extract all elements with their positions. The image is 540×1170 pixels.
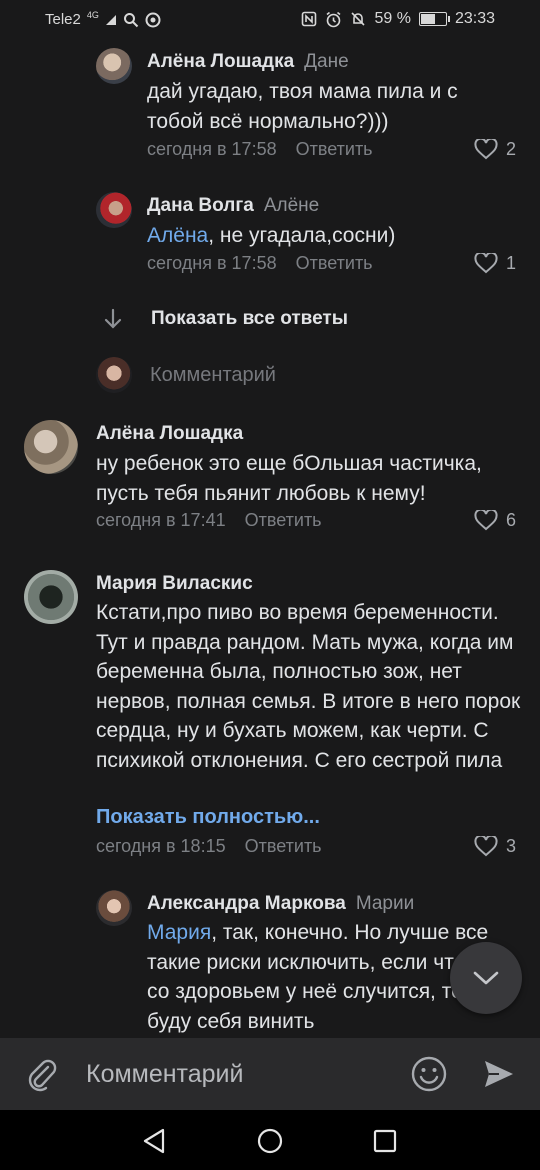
my-avatar [96,357,132,393]
mention-link[interactable]: Мария [147,921,211,944]
emoji-icon[interactable] [410,1055,448,1093]
vk-notification-icon [145,12,161,27]
reply-button[interactable]: Ответить [245,510,322,530]
comment-text: Кстати,про пиво во время беременности. Т… [96,601,521,772]
battery-percent: 59 % [374,10,411,27]
reply-button[interactable]: Ответить [296,139,373,159]
like-count: 6 [506,510,517,530]
avatar[interactable] [96,48,132,84]
comment-time: сегодня в 17:58 [147,253,277,273]
comment-input[interactable]: Комментарий [86,1060,243,1089]
avatar[interactable] [96,192,132,228]
comment-author[interactable]: Алёна Лошадка Дане [147,51,349,73]
avatar[interactable] [24,420,78,474]
like-button[interactable]: 6 [474,510,516,531]
avatar[interactable] [24,570,78,624]
mute-icon [351,12,366,26]
system-nav-bar [0,1110,540,1170]
recents-icon[interactable] [373,1129,397,1153]
battery-icon [418,12,450,26]
scroll-down-button[interactable] [450,942,522,1014]
comment-meta: сегодня в 17:41 Ответить [96,510,322,531]
back-icon[interactable] [142,1128,166,1154]
reply-button[interactable]: Ответить [245,836,322,856]
comment-author[interactable]: Александра Маркова Марии [147,893,414,915]
comment-meta: сегодня в 17:58 Ответить [147,253,373,274]
comment-text: Алёна, не угадала,сосни) [147,224,396,247]
arrow-down-icon [104,308,122,329]
avatar[interactable] [96,890,132,926]
comment-text: дай угадаю, твоя мама пила и с тобой всё… [147,80,458,133]
search-icon [123,12,139,27]
clock: 23:33 [454,10,495,27]
comment-author[interactable]: Дана Волга Алёне [147,195,319,217]
heart-icon [474,253,498,274]
inline-comment-input[interactable]: Комментарий [150,364,276,387]
comment-meta: сегодня в 17:58 Ответить [147,139,373,160]
comment-text: ну ребенок это еще бОльшая частичка, пус… [96,452,482,505]
heart-icon [474,139,498,160]
show-all-replies-button[interactable]: Показать все ответы [103,308,348,330]
like-count: 3 [506,836,517,856]
status-bar: Tele2 4G 59 % 23:33 [0,0,540,40]
like-button[interactable]: 1 [474,253,516,274]
carrier-label: Tele2 [45,11,81,28]
like-button[interactable]: 3 [474,836,516,857]
reply-to-label: Алёне [263,195,320,216]
heart-icon [474,510,498,531]
chevron-down-icon [473,971,499,985]
heart-icon [474,836,498,857]
comment-time: сегодня в 17:58 [147,139,277,159]
reply-button[interactable]: Ответить [296,253,373,273]
show-full-link[interactable]: Показать полностью... [96,806,320,829]
send-icon[interactable] [482,1057,516,1091]
like-button[interactable]: 2 [474,139,516,160]
status-right: 59 % 23:33 [301,10,495,28]
home-icon[interactable] [257,1128,283,1154]
comment-author[interactable]: Мария Виласкис [96,573,253,595]
reply-to-label: Дане [304,51,349,72]
comment-time: сегодня в 18:15 [96,836,226,856]
reply-to-label: Марии [355,893,415,914]
show-all-replies-label: Показать все ответы [151,308,348,329]
comment-author[interactable]: Алёна Лошадка [96,423,243,445]
mention-link[interactable]: Алёна [147,224,208,247]
signal-icon [105,14,116,25]
like-count: 2 [506,139,517,159]
paperclip-icon[interactable] [24,1056,60,1092]
nfc-icon [302,11,317,27]
network-type: 4G [86,9,99,20]
comment-composer: Комментарий [0,1038,540,1110]
comment-meta: сегодня в 18:15 Ответить [96,836,322,857]
comment-time: сегодня в 17:41 [96,510,226,530]
alarm-icon [326,11,341,27]
status-left: Tele2 4G [45,9,161,28]
like-count: 1 [506,253,517,273]
